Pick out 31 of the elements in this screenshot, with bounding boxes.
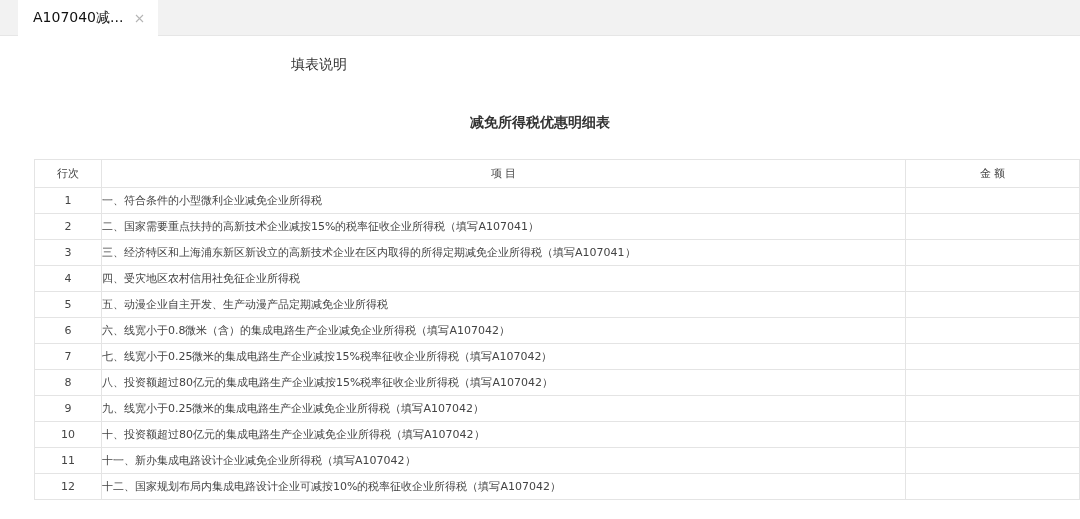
line-number-cell: 10: [34, 421, 102, 448]
item-cell: 九、线宽小于0.25微米的集成电路生产企业减免企业所得税（填写A107042）: [101, 395, 906, 422]
line-number-cell: 1: [34, 187, 102, 214]
item-cell: 十、投资额超过80亿元的集成电路生产企业减免企业所得税（填写A107042）: [101, 421, 906, 448]
column-header: 金 额: [905, 159, 1080, 188]
instructions-link[interactable]: 填表说明: [291, 54, 347, 74]
line-number-cell: 8: [34, 369, 102, 396]
item-cell: 十二、国家规划布局内集成电路设计企业可减按10%的税率征收企业所得税（填写A107042）: [101, 473, 906, 500]
document-tab[interactable]: A107040减...: [18, 0, 159, 36]
line-number-cell: 9: [34, 395, 102, 422]
line-number-cell: 6: [34, 317, 102, 344]
column-header: 项 目: [101, 159, 906, 188]
line-number-cell: 3: [34, 239, 102, 266]
line-number-cell: 4: [34, 265, 102, 292]
line-number-cell: 12: [34, 473, 102, 500]
item-cell: 八、投资额超过80亿元的集成电路生产企业减按15%税率征收企业所得税（填写A107042）: [101, 369, 906, 396]
close-icon[interactable]: [135, 13, 145, 23]
line-number-cell: 5: [34, 291, 102, 318]
item-cell: 五、动漫企业自主开发、生产动漫产品定期减免企业所得税: [101, 291, 906, 318]
item-cell: 一、符合条件的小型微利企业减免企业所得税: [101, 187, 906, 214]
column-header: 行次: [34, 159, 102, 188]
item-cell: 六、线宽小于0.8微米（含）的集成电路生产企业减免企业所得税（填写A107042）: [101, 317, 906, 344]
line-number-cell: 11: [34, 447, 102, 474]
form-title: 减免所得税优惠明细表: [469, 113, 611, 132]
line-number-cell: 7: [34, 343, 102, 370]
item-cell: 三、经济特区和上海浦东新区新设立的高新技术企业在区内取得的所得定期减免企业所得税（填写A107041）: [101, 239, 906, 266]
item-cell: 四、受灾地区农村信用社免征企业所得税: [101, 265, 906, 292]
item-cell: 二、国家需要重点扶持的高新技术企业减按15%的税率征收企业所得税（填写A107041）: [101, 213, 906, 240]
item-cell: 十一、新办集成电路设计企业减免企业所得税（填写A107042）: [101, 447, 906, 474]
line-number-cell: 2: [34, 213, 102, 240]
item-cell: 七、线宽小于0.25微米的集成电路生产企业减按15%税率征收企业所得税（填写A107042）: [101, 343, 906, 370]
